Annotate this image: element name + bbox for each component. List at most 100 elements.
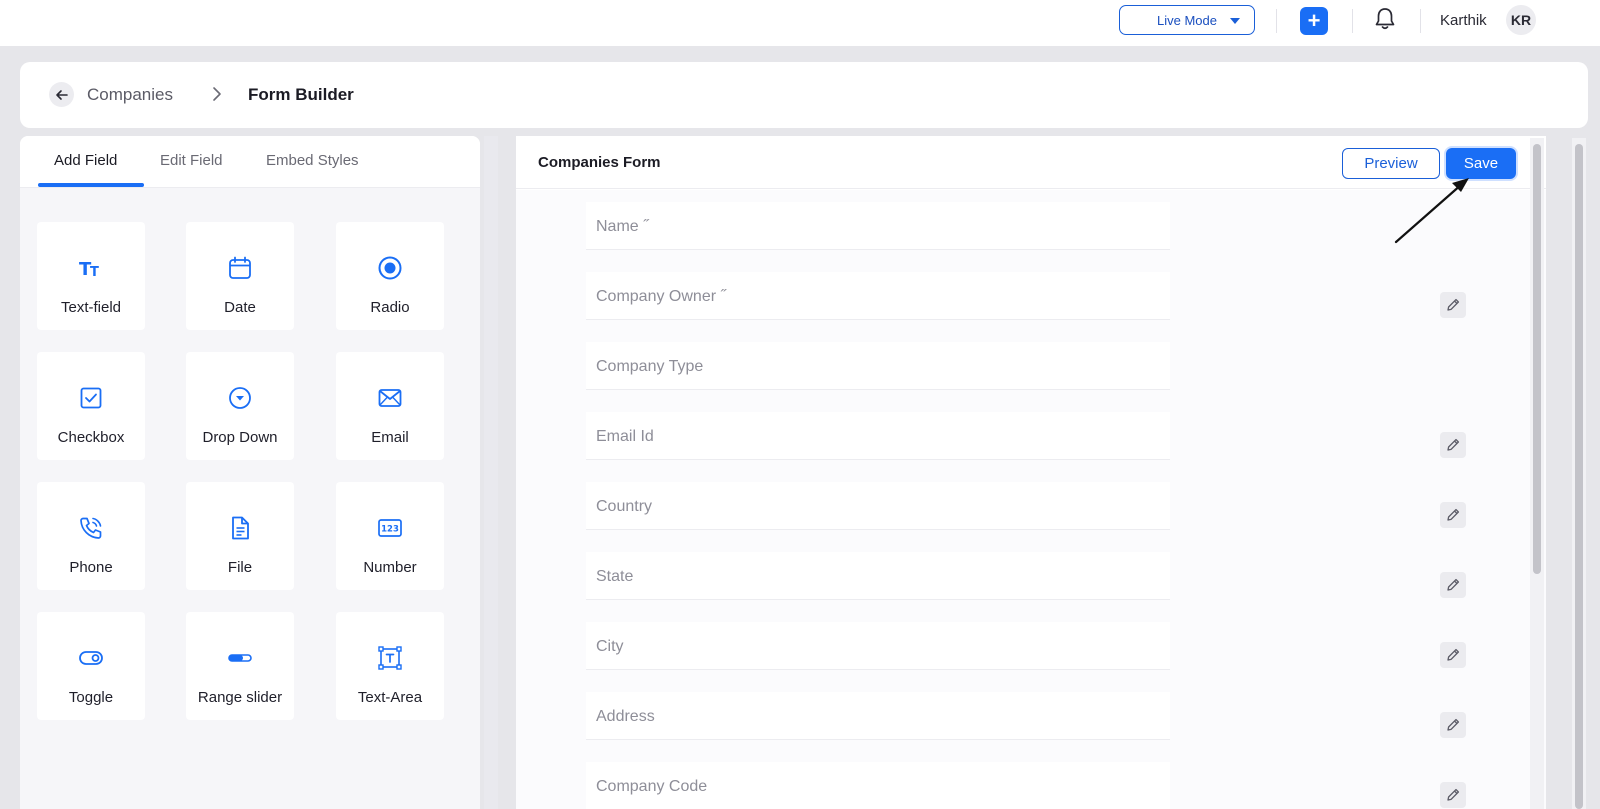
dropdown-icon (229, 387, 251, 409)
user-name[interactable]: Karthik (1440, 12, 1487, 29)
form-field-company-owner[interactable]: Company Owner ˝ (586, 272, 1170, 320)
field-tile-label: Checkbox (57, 429, 125, 446)
field-tile-toggle[interactable]: Toggle (37, 612, 145, 720)
page-scrollbar-thumb[interactable] (1575, 144, 1583, 809)
pencil-icon (1447, 438, 1460, 451)
form-field-name[interactable]: Name ˝ (586, 202, 1170, 250)
calendar-icon (229, 256, 251, 279)
field-tile-number[interactable]: 123 Number (336, 482, 444, 590)
field-tile-drop-down[interactable]: Drop Down (186, 352, 294, 460)
phone-icon (80, 517, 102, 539)
edit-field-button[interactable] (1440, 502, 1466, 528)
pencil-icon (1447, 578, 1460, 591)
page-scrollbar[interactable] (1572, 138, 1586, 809)
panel-splitter[interactable] (484, 136, 498, 809)
form-field-address[interactable]: Address (586, 692, 1170, 740)
field-tile-date[interactable]: Date (186, 222, 294, 330)
text-area-icon (378, 646, 402, 670)
field-tile-label: Phone (69, 559, 113, 576)
pencil-icon (1447, 718, 1460, 731)
field-placeholder: City (596, 638, 624, 655)
chevron-right-icon (213, 87, 221, 101)
edit-field-button[interactable] (1440, 642, 1466, 668)
form-field-state[interactable]: State (586, 552, 1170, 600)
annotation-arrow-icon (1394, 178, 1469, 244)
avatar[interactable]: KR (1506, 5, 1536, 35)
field-tile-label: Range slider (197, 689, 283, 706)
edit-field-button[interactable] (1440, 292, 1466, 318)
edit-field-button[interactable] (1440, 712, 1466, 738)
field-tile-label: Text-field (60, 299, 122, 316)
divider (1420, 9, 1421, 33)
file-icon (232, 516, 249, 540)
field-placeholder: Country (596, 498, 653, 515)
field-tile-email[interactable]: Email (336, 352, 444, 460)
live-mode-label: Live Mode (1157, 12, 1217, 28)
field-placeholder: Company Type (596, 358, 704, 375)
field-tile-label: Radio (370, 299, 410, 316)
field-placeholder: Address (596, 708, 655, 725)
field-tile-range-slider[interactable]: Range slider (186, 612, 294, 720)
radio-icon (378, 256, 402, 280)
top-bar: Live Mode + Karthik KR (0, 0, 1600, 46)
field-tile-label: File (227, 559, 253, 576)
pencil-icon (1447, 298, 1460, 311)
range-slider-icon (228, 654, 252, 662)
divider (1352, 9, 1353, 33)
field-placeholder: Company Owner ˝ (596, 288, 726, 305)
breadcrumb: Companies Form Builder (20, 62, 1588, 128)
live-mode-dropdown[interactable]: Live Mode (1119, 5, 1255, 35)
pencil-icon (1447, 648, 1460, 661)
field-placeholder: Name ˝ (596, 218, 649, 235)
panel-tabs: Add Field Edit Field Embed Styles (20, 136, 480, 188)
tab-embed-styles[interactable]: Embed Styles (266, 152, 359, 169)
back-button[interactable] (49, 82, 74, 107)
form-scrollbar[interactable] (1530, 138, 1544, 809)
form-field-company-code[interactable]: Company Code (586, 762, 1170, 809)
field-tile-label: Number (363, 559, 417, 576)
form-field-email-id[interactable]: Email Id (586, 412, 1170, 460)
text-format-icon: T T (79, 259, 99, 280)
bell-icon[interactable] (1373, 6, 1397, 32)
field-tile-text-area[interactable]: Text-Area (336, 612, 444, 720)
add-button[interactable]: + (1300, 7, 1328, 35)
field-placeholder: State (596, 568, 634, 585)
pencil-icon (1447, 788, 1460, 801)
field-tile-phone[interactable]: Phone (37, 482, 145, 590)
field-tile-label: Text-Area (357, 689, 423, 706)
toggle-icon (79, 651, 103, 665)
field-placeholder: Company Code (596, 778, 708, 795)
field-tile-text-field[interactable]: T T Text-field (37, 222, 145, 330)
form-title: Companies Form (538, 154, 661, 171)
field-tile-checkbox[interactable]: Checkbox (37, 352, 145, 460)
form-scrollbar-thumb[interactable] (1533, 144, 1541, 574)
field-tile-label: Email (371, 429, 409, 446)
form-field-company-type[interactable]: Company Type (586, 342, 1170, 390)
field-tile-label: Drop Down (202, 429, 278, 446)
number-123-icon: 123 (378, 519, 402, 537)
form-fields-area: Name ˝ Company Owner ˝ Company Type Emai… (516, 190, 1546, 809)
page-title: Form Builder (248, 85, 354, 104)
field-palette-panel: Add Field Edit Field Embed Styles T T Te… (20, 136, 480, 809)
svg-text:T: T (90, 265, 99, 280)
form-field-country[interactable]: Country (586, 482, 1170, 530)
svg-text:123: 123 (381, 525, 399, 535)
edit-field-button[interactable] (1440, 782, 1466, 808)
form-field-city[interactable]: City (586, 622, 1170, 670)
breadcrumb-companies[interactable]: Companies (87, 85, 173, 105)
tab-edit-field[interactable]: Edit Field (160, 152, 223, 169)
envelope-icon (378, 389, 402, 407)
arrow-left-icon (55, 89, 68, 100)
divider (1276, 9, 1277, 33)
tab-add-field[interactable]: Add Field (54, 152, 117, 169)
edit-field-button[interactable] (1440, 572, 1466, 598)
edit-field-button[interactable] (1440, 432, 1466, 458)
field-placeholder: Email Id (596, 428, 654, 445)
field-tile-label: Date (224, 299, 256, 316)
caret-down-icon (1230, 18, 1240, 24)
active-tab-indicator (38, 183, 144, 187)
field-tile-label: Toggle (68, 689, 114, 706)
checkbox-icon (80, 387, 102, 409)
field-tile-file[interactable]: File (186, 482, 294, 590)
field-tile-radio[interactable]: Radio (336, 222, 444, 330)
